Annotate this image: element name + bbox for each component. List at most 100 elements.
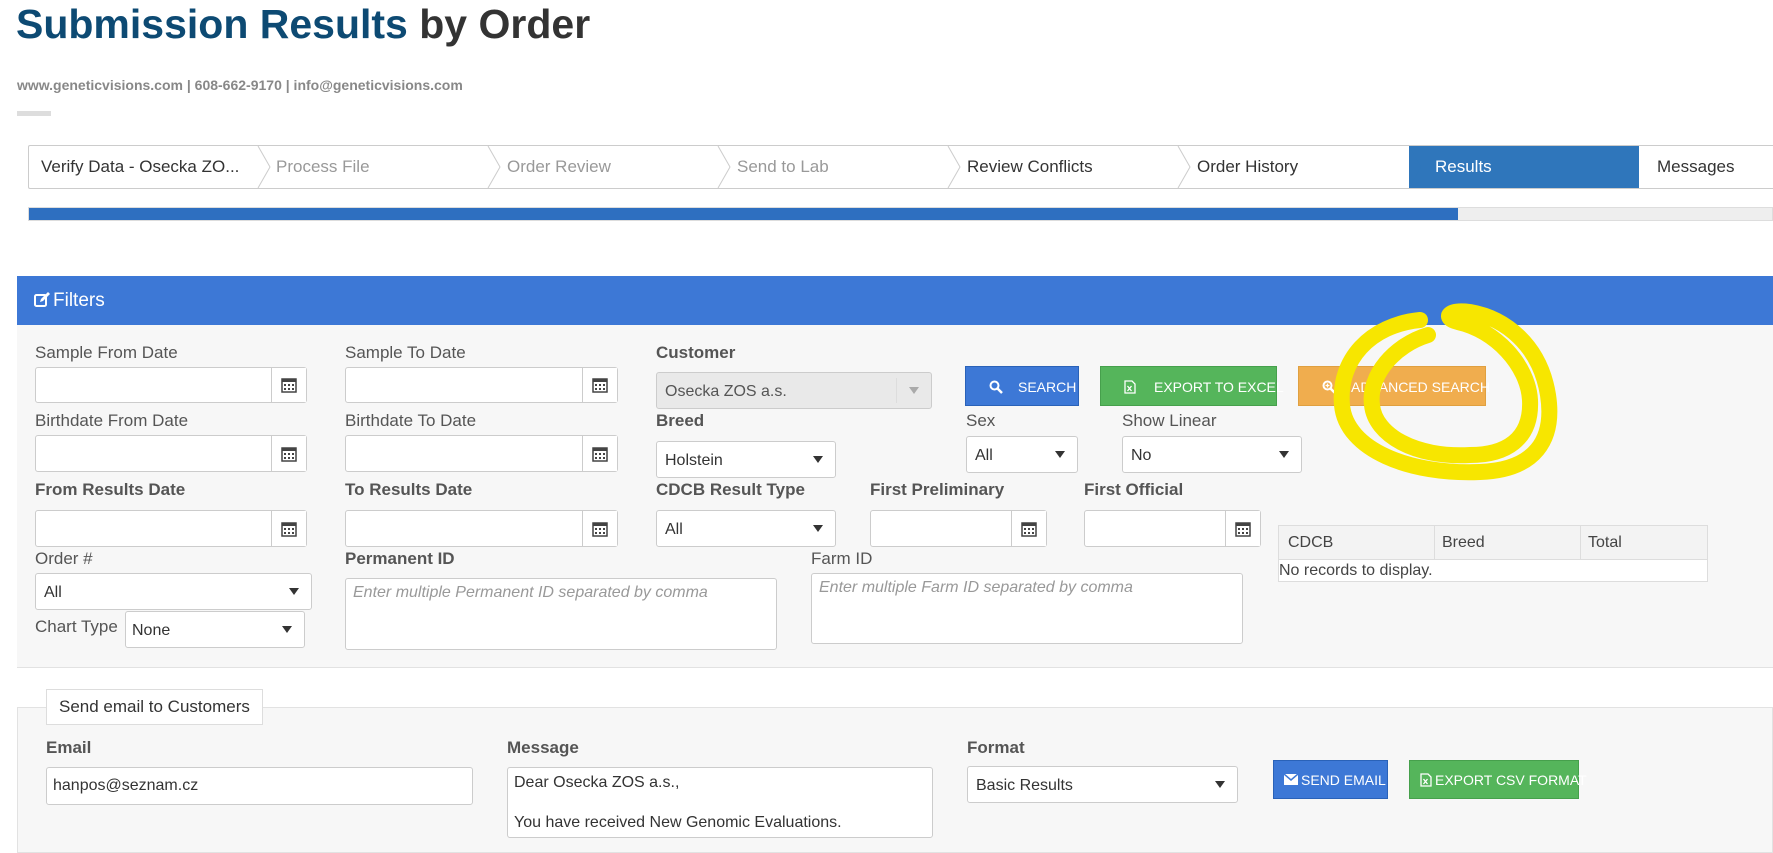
to-results-date-label: To Results Date	[345, 480, 473, 499]
contact-info: www.geneticvisions.com | 608-662-9170 | …	[17, 77, 463, 93]
email-section-legend: Send email to Customers	[46, 689, 263, 725]
wizard-steps: Verify Data - Osecka ZO... Process File …	[28, 145, 1773, 189]
step-process-file[interactable]: Process File	[276, 146, 370, 188]
grid-column-total[interactable]: Total	[1588, 526, 1622, 559]
file-icon	[1420, 773, 1432, 787]
sample-from-date-label: Sample From Date	[35, 343, 178, 362]
page-title-suffix: by Order	[407, 1, 591, 47]
from-results-date-label: From Results Date	[35, 480, 186, 499]
grid-column-breed[interactable]: Breed	[1442, 526, 1485, 559]
step-separator	[947, 146, 961, 188]
show-linear-select[interactable]: No	[1122, 436, 1302, 473]
chart-type-label: Chart Type	[35, 617, 118, 636]
email-field[interactable]: hanpos@seznam.cz	[46, 767, 473, 805]
step-separator	[717, 146, 731, 188]
calendar-icon	[281, 521, 297, 537]
chevron-down-icon	[909, 386, 919, 394]
birthdate-to-input[interactable]	[345, 435, 618, 472]
format-label: Format	[967, 738, 1025, 757]
chevron-down-icon	[1215, 780, 1225, 788]
to-results-date-input[interactable]	[345, 510, 618, 547]
sample-from-date-input[interactable]	[35, 367, 307, 403]
export-csv-button[interactable]: EXPORT CSV FORMAT	[1409, 760, 1587, 799]
export-excel-button[interactable]: EXPORT TO EXCEL	[1100, 366, 1284, 406]
page-title-main: Submission Results	[16, 1, 408, 47]
calendar-button[interactable]	[1011, 511, 1046, 546]
advanced-search-button[interactable]: ADVANCED SEARCH	[1298, 366, 1490, 406]
calendar-icon	[281, 446, 297, 462]
order-number-label: Order #	[35, 549, 93, 568]
calendar-button[interactable]	[271, 511, 306, 546]
grid-empty-message: No records to display.	[1279, 562, 1433, 579]
chevron-down-icon	[289, 587, 299, 595]
step-order-review[interactable]: Order Review	[507, 146, 611, 188]
order-number-select[interactable]: All	[35, 573, 312, 610]
format-select[interactable]: Basic Results	[967, 766, 1238, 803]
filters-title: Filters	[53, 290, 105, 311]
farm-id-textarea[interactable]	[811, 573, 1243, 644]
customer-select: Osecka ZOS a.s.	[656, 372, 932, 409]
calendar-button[interactable]	[582, 436, 617, 471]
step-verify-data[interactable]: Verify Data - Osecka ZO...	[41, 146, 239, 188]
envelope-icon	[1284, 774, 1298, 785]
page-title: Submission Results by Order	[16, 0, 590, 48]
step-separator	[1177, 146, 1191, 188]
sample-to-date-input[interactable]	[345, 367, 618, 403]
calendar-button[interactable]	[271, 436, 306, 471]
calendar-icon	[281, 378, 297, 393]
chevron-down-icon	[813, 524, 823, 532]
first-preliminary-input[interactable]	[870, 510, 1047, 547]
edit-icon	[34, 292, 50, 307]
cdcb-result-type-select[interactable]: All	[656, 510, 836, 547]
farm-id-label: Farm ID	[811, 549, 873, 568]
show-linear-label: Show Linear	[1122, 411, 1217, 430]
wizard-progress-bar	[28, 207, 1773, 221]
step-review-conflicts[interactable]: Review Conflicts	[967, 146, 1093, 188]
filters-panel-header: Filters	[17, 276, 1773, 325]
calendar-button[interactable]	[582, 511, 617, 546]
cdcb-result-type-label: CDCB Result Type	[656, 480, 805, 499]
first-official-input[interactable]	[1084, 510, 1261, 547]
search-icon	[989, 380, 1003, 394]
calendar-button[interactable]	[582, 368, 617, 402]
step-separator	[257, 146, 271, 188]
zoom-in-icon	[1322, 380, 1336, 394]
step-results[interactable]: Results	[1409, 146, 1639, 188]
chevron-down-icon	[813, 455, 823, 463]
chevron-down-icon	[282, 625, 292, 633]
calendar-icon	[592, 446, 608, 462]
from-results-date-input[interactable]	[35, 510, 307, 547]
step-separator	[487, 146, 501, 188]
first-official-label: First Official	[1084, 480, 1184, 499]
send-email-button[interactable]: SEND EMAIL	[1273, 760, 1388, 799]
step-messages[interactable]: Messages	[1657, 146, 1734, 188]
header-divider	[17, 111, 51, 116]
sex-select[interactable]: All	[966, 436, 1078, 473]
calendar-icon	[1235, 521, 1251, 537]
summary-grid: CDCB Breed Total No records to display.	[1278, 525, 1708, 582]
chevron-down-icon	[1055, 450, 1065, 458]
wizard-progress-fill	[29, 208, 1459, 220]
step-order-history[interactable]: Order History	[1197, 146, 1298, 188]
grid-column-cdcb[interactable]: CDCB	[1288, 526, 1333, 559]
email-label: Email	[46, 738, 92, 757]
breed-label: Breed	[656, 411, 705, 430]
chart-type-select[interactable]: None	[125, 611, 305, 648]
sample-to-date-label: Sample To Date	[345, 343, 466, 362]
permanent-id-textarea[interactable]	[345, 578, 777, 650]
message-textarea[interactable]: Dear Osecka ZOS a.s., You have received …	[507, 767, 933, 838]
birthdate-from-input[interactable]	[35, 435, 307, 472]
message-label: Message	[507, 738, 579, 757]
calendar-icon	[1021, 521, 1037, 537]
calendar-icon	[592, 521, 608, 537]
first-preliminary-label: First Preliminary	[870, 480, 1005, 499]
permanent-id-label: Permanent ID	[345, 549, 455, 568]
calendar-button[interactable]	[1225, 511, 1260, 546]
breed-select[interactable]: Holstein	[656, 441, 836, 478]
calendar-button[interactable]	[271, 368, 306, 402]
sex-label: Sex	[966, 411, 996, 430]
search-button[interactable]: SEARCH	[965, 366, 1079, 406]
step-results-label: Results	[1435, 157, 1492, 176]
excel-file-icon	[1124, 380, 1136, 394]
step-send-to-lab[interactable]: Send to Lab	[737, 146, 829, 188]
